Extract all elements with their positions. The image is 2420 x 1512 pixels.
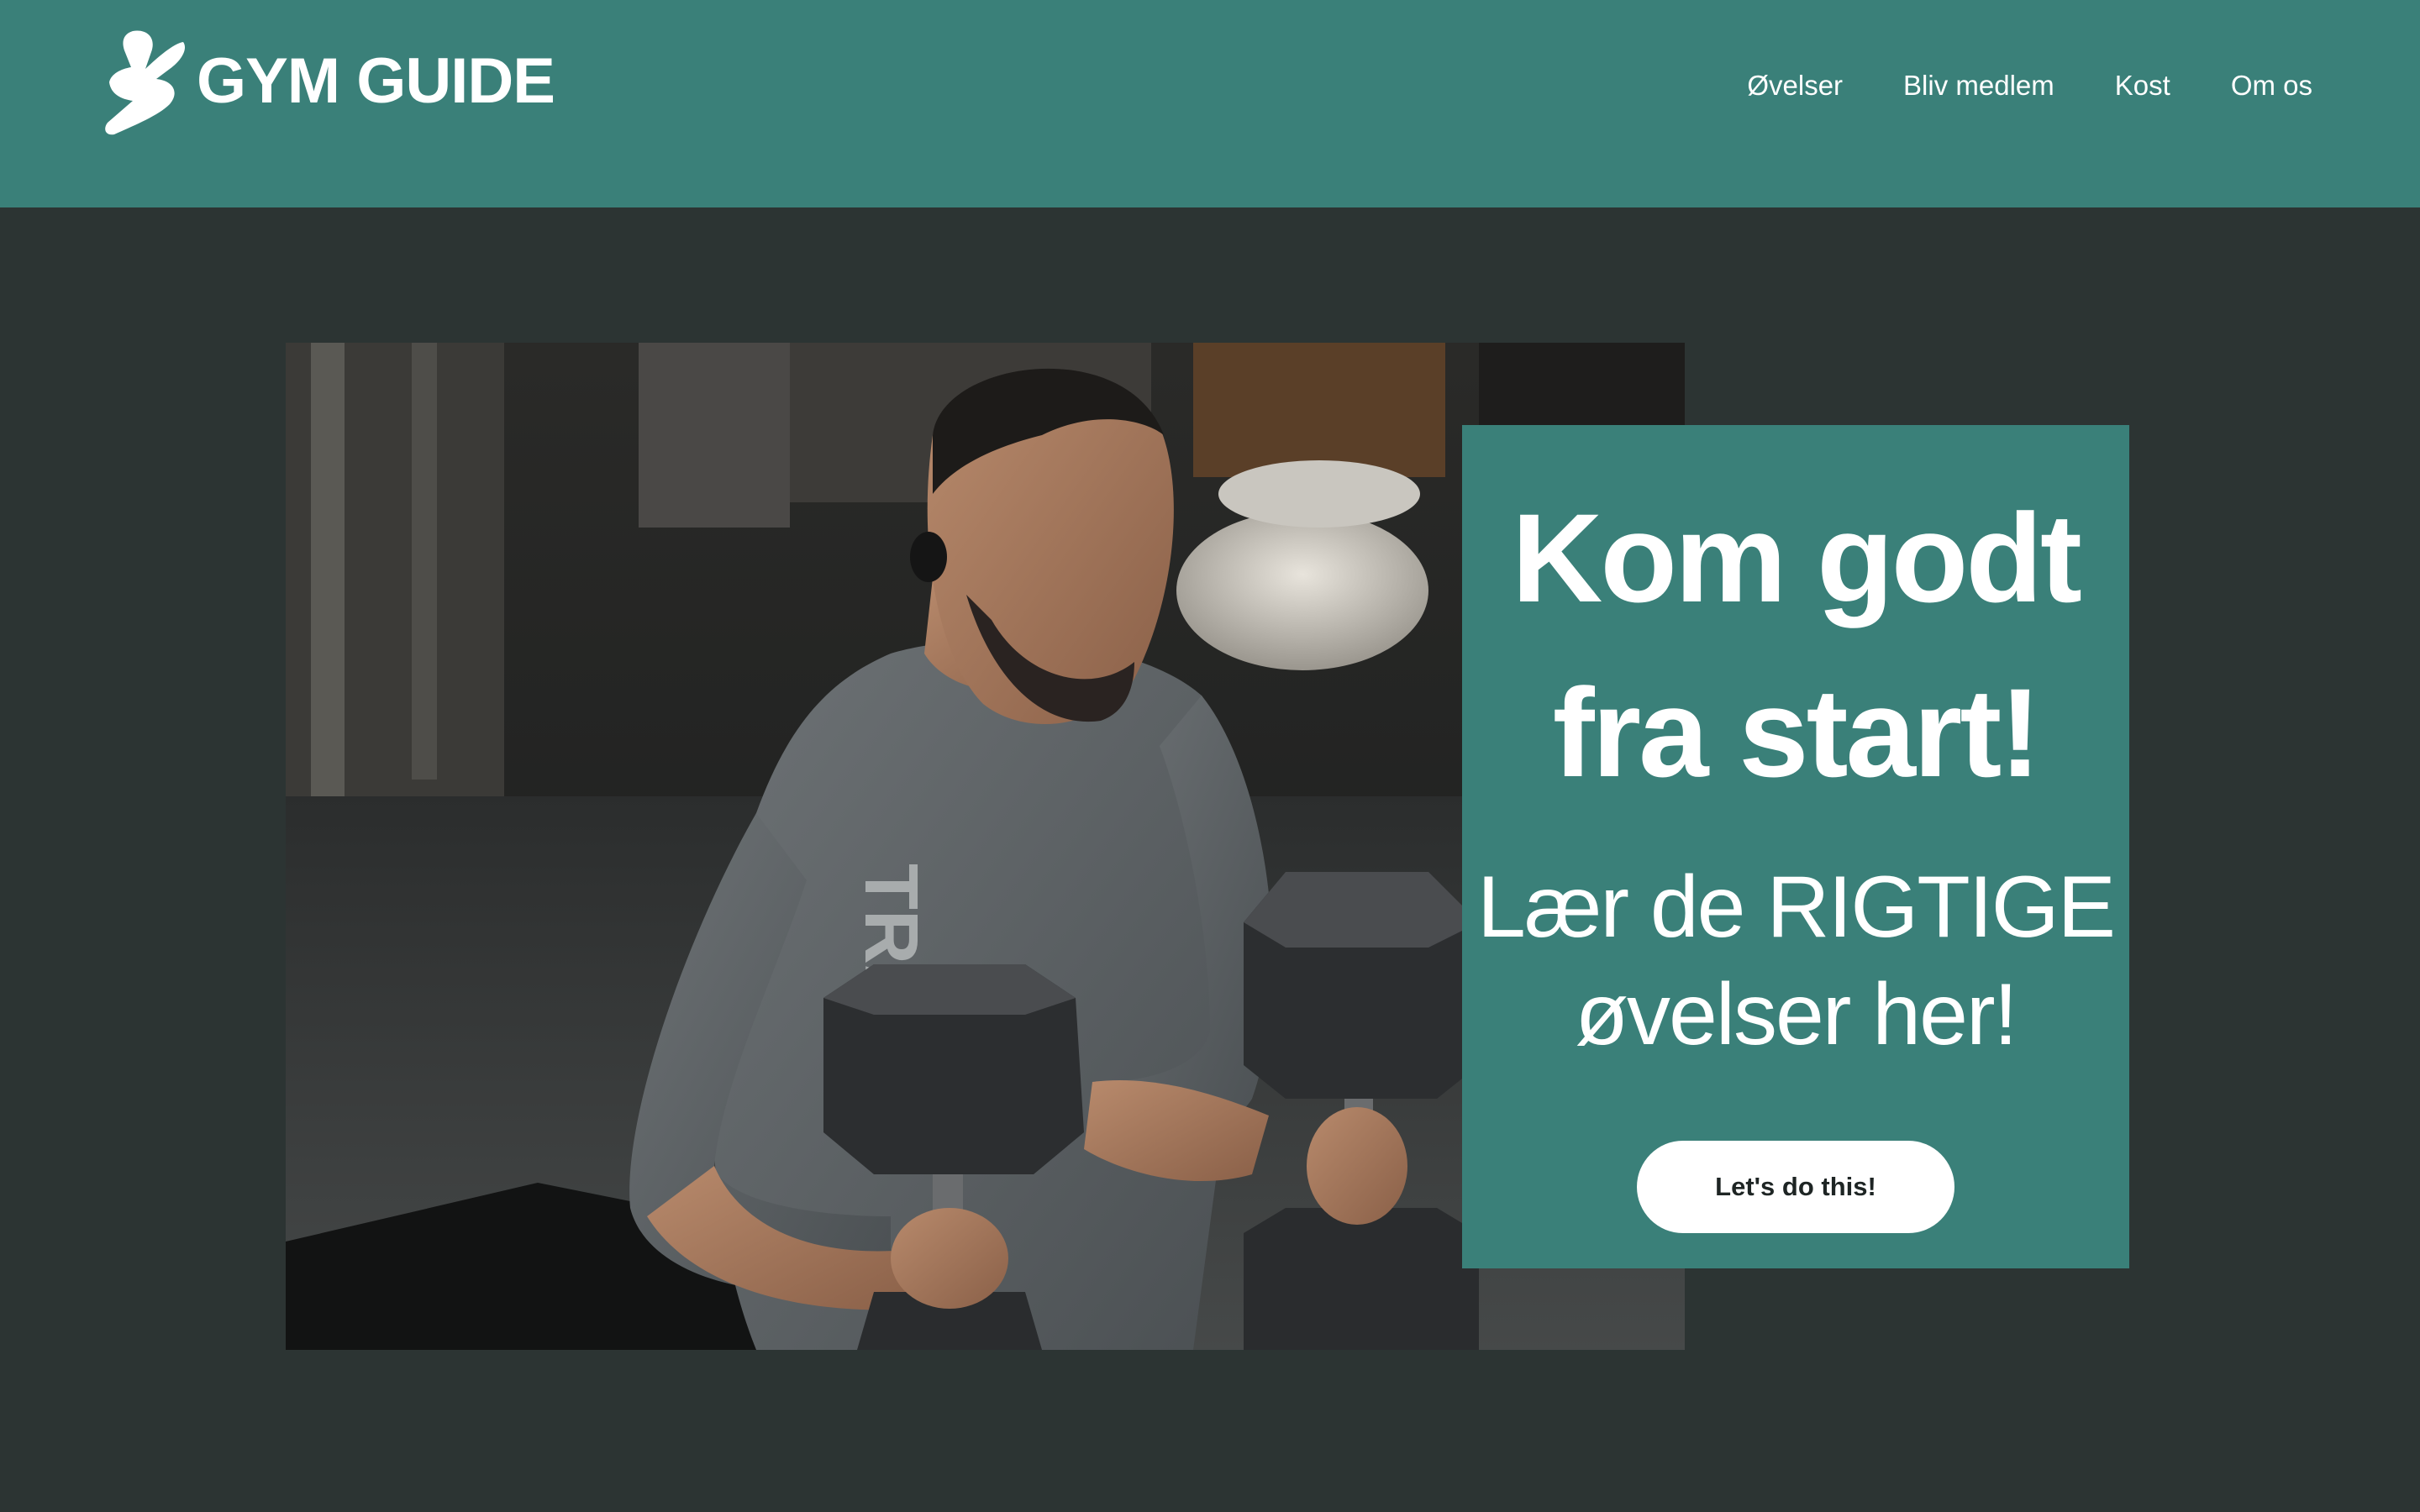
brand-home-link[interactable]: GYM GUIDE <box>99 27 555 136</box>
hero-subtitle: Lær de RIGTIGE øvelser her! <box>1477 858 2116 1063</box>
nav-item-bliv-medlem[interactable]: Bliv medlem <box>1903 66 2054 106</box>
running-figure-icon <box>105 30 186 135</box>
hero-card: Kom godt fra start! Lær de RIGTIGE øvels… <box>1462 425 2129 1268</box>
nav-item-ovelser[interactable]: Øvelser <box>1747 66 1843 106</box>
hero-title: Kom godt fra start! <box>1512 487 2082 803</box>
site-header: GYM GUIDE Øvelser Bliv medlem Kost Om os <box>0 0 2420 207</box>
nav-item-om-os[interactable]: Om os <box>2231 66 2312 106</box>
nav-item-kost[interactable]: Kost <box>2115 66 2170 106</box>
cta-button[interactable]: Let's do this! <box>1637 1141 1954 1233</box>
brand-name: GYM GUIDE <box>197 45 555 117</box>
main-nav: Øvelser Bliv medlem Kost Om os <box>1747 66 2312 106</box>
